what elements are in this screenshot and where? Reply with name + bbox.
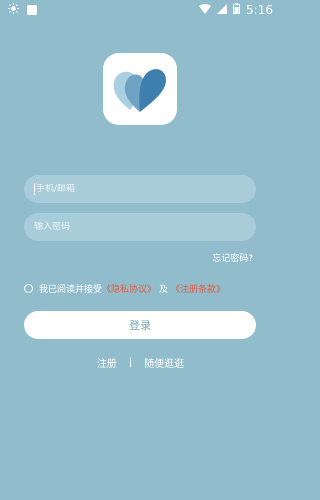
app-logo — [103, 53, 177, 125]
agreement-row: 我已阅读并接受 《隐私协议》 及 《注册条款》 — [24, 282, 225, 295]
password-input[interactable] — [34, 222, 234, 232]
separator: | — [128, 357, 133, 368]
agree-radio[interactable] — [24, 284, 33, 293]
and-text: 及 — [159, 285, 169, 295]
browse-link[interactable]: 随便逛逛 — [144, 355, 184, 370]
register-link[interactable]: 注册 — [97, 355, 117, 370]
terms-link[interactable]: 《注册条款》 — [171, 282, 225, 295]
brightness-icon — [8, 3, 19, 17]
phone-email-field[interactable] — [24, 175, 256, 203]
status-time: 5:16 — [246, 3, 273, 17]
notification-icon — [27, 5, 37, 15]
login-button[interactable]: 登录 — [24, 311, 256, 339]
wifi-icon — [199, 3, 212, 17]
agree-text: 我已阅读并接受 — [39, 285, 103, 295]
privacy-policy-link[interactable]: 《隐私协议》 — [102, 282, 156, 295]
phone-email-input[interactable] — [36, 184, 236, 194]
forgot-password-link[interactable]: 忘记密码? — [212, 251, 253, 264]
password-field[interactable] — [24, 213, 256, 241]
bottom-links: 注册 | 随便逛逛 — [0, 355, 281, 370]
signal-icon — [217, 3, 228, 17]
text-cursor — [34, 183, 35, 195]
heart-logo-icon — [113, 69, 166, 112]
battery-icon — [233, 3, 241, 17]
status-bar: 5:16 — [0, 0, 281, 20]
login-button-label: 登录 — [129, 319, 151, 332]
